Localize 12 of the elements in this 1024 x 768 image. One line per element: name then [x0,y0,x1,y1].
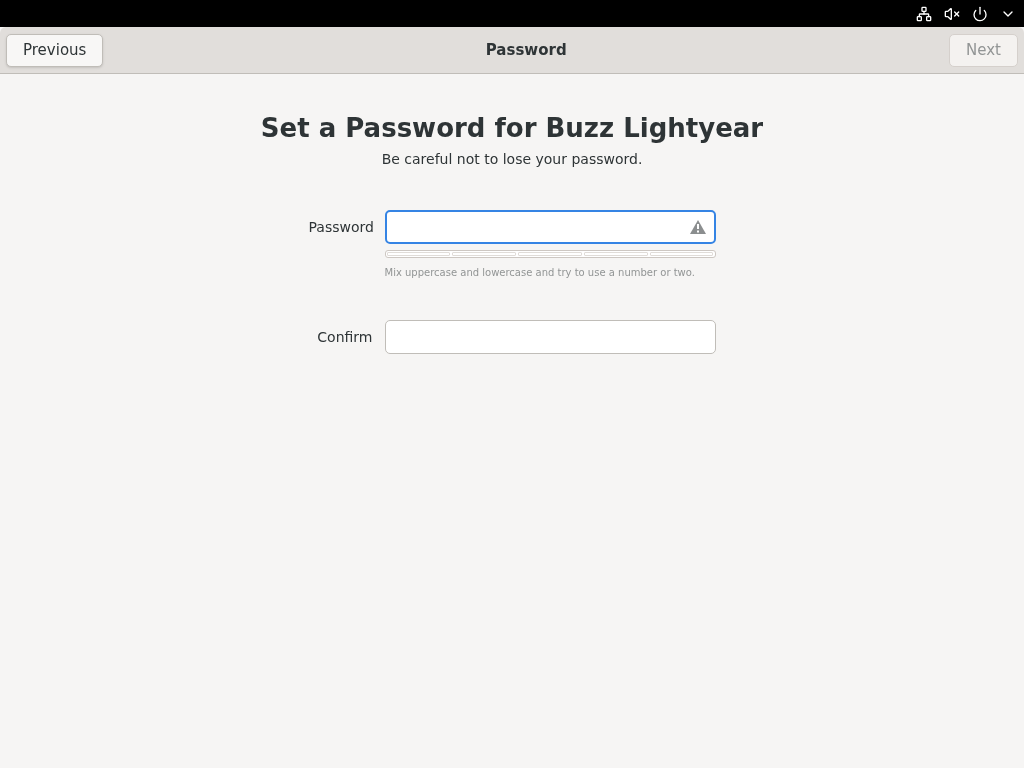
password-field[interactable] [384,209,716,244]
hint-text: Mix uppercase and lowercase and try to use a number or two. [384,265,696,280]
page-heading: Set a Password for Buzz Lightyear [260,112,764,145]
subtitle: Be careful not to lose your password. [381,149,643,169]
password-field[interactable] [384,319,716,354]
field-label: Password [308,217,373,237]
power-icon[interactable] [972,5,988,22]
network-icon[interactable] [916,5,932,22]
previous-button[interactable]: Previous [6,33,104,67]
window-title: Password [485,39,567,61]
volume-muted-icon[interactable] [944,5,960,22]
field-label: Confirm [316,327,373,347]
